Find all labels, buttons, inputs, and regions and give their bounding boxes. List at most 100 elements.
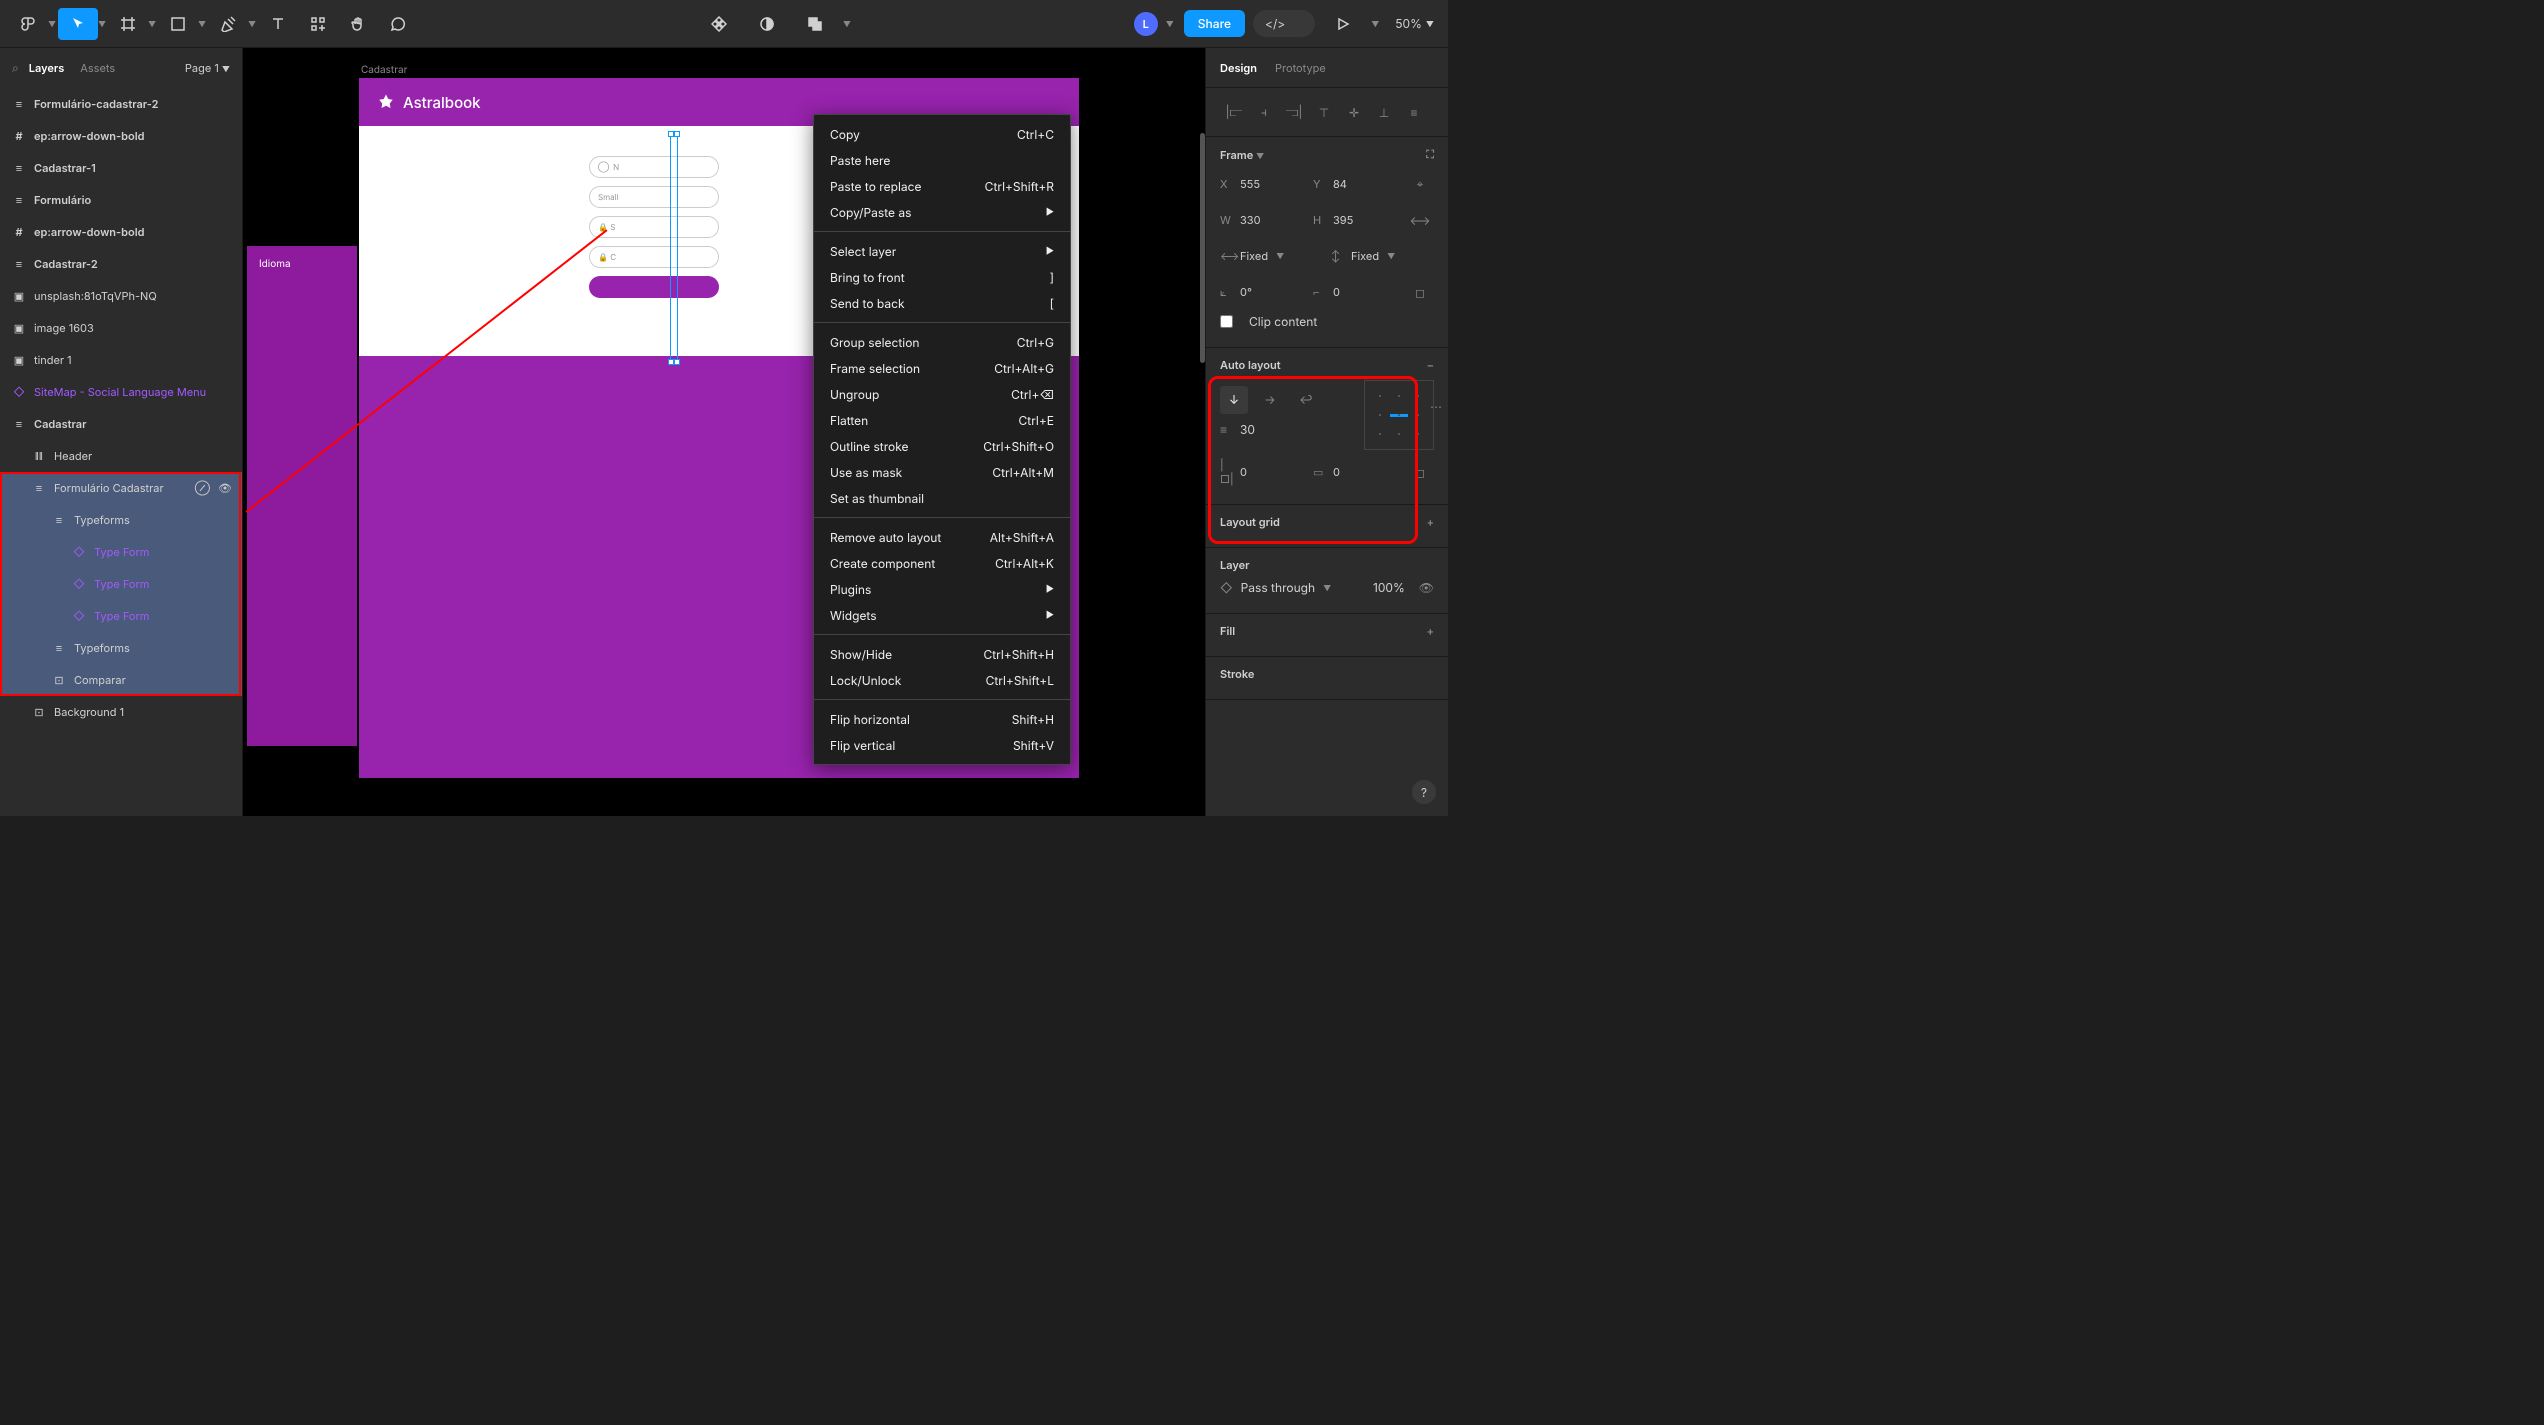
form-input-3[interactable]: 🔒 S <box>589 216 719 238</box>
blend-mode[interactable]: Pass through <box>1241 580 1316 595</box>
layer-row[interactable]: ◇Type Form <box>0 536 242 568</box>
form-input-4[interactable]: 🔒 C <box>589 246 719 268</box>
form-input-1[interactable]: ◯ N <box>589 156 719 178</box>
constrain-icon[interactable]: ⟷ <box>1406 206 1434 234</box>
add-grid-icon[interactable]: + <box>1427 515 1434 529</box>
align-top-icon[interactable]: ⊤ <box>1310 98 1338 126</box>
align-center-h-icon[interactable]: ⫞ <box>1250 98 1278 126</box>
chevron-down-icon[interactable]: ▼ <box>98 19 108 29</box>
layer-row[interactable]: ≡Formulário-cadastrar-2 <box>0 88 242 120</box>
layer-row[interactable]: ⊡Comparar <box>0 664 242 696</box>
layer-row[interactable]: ≡Cadastrar-2 <box>0 248 242 280</box>
chevron-down-icon[interactable]: ▼ <box>843 8 853 40</box>
figma-menu[interactable] <box>8 8 48 40</box>
pad-v-input[interactable]: 0 <box>1333 465 1340 479</box>
menu-item[interactable]: Paste here <box>814 147 1070 173</box>
search-icon[interactable]: ⌕ <box>12 60 19 76</box>
menu-item[interactable]: Paste to replaceCtrl+Shift+R <box>814 173 1070 199</box>
direction-horizontal-icon[interactable]: → <box>1256 386 1284 414</box>
padding-detail-icon[interactable]: ◻ <box>1406 458 1434 486</box>
prototype-tab[interactable]: Prototype <box>1275 61 1326 75</box>
menu-item[interactable]: CopyCtrl+C <box>814 121 1070 147</box>
chevron-down-icon[interactable]: ▼ <box>148 19 158 29</box>
page-selector[interactable]: Page 1 ▼ <box>185 61 230 75</box>
chevron-down-icon[interactable]: ▼ <box>1371 19 1381 29</box>
align-center-v-icon[interactable]: ✛ <box>1340 98 1368 126</box>
resize-to-fit-icon[interactable]: ⛶ <box>1426 147 1434 162</box>
shape-tool[interactable] <box>158 8 198 40</box>
layer-row[interactable]: ǁǁHeader <box>0 440 242 472</box>
text-tool[interactable] <box>258 8 298 40</box>
menu-item[interactable]: UngroupCtrl+⌫ <box>814 381 1070 407</box>
resources-tool[interactable] <box>298 8 338 40</box>
dev-mode-toggle[interactable]: </> <box>1253 10 1315 37</box>
user-avatar[interactable]: L <box>1134 12 1158 36</box>
layer-row[interactable]: ≡Cadastrar-1 <box>0 152 242 184</box>
x-input[interactable]: 555 <box>1240 177 1260 191</box>
chevron-down-icon[interactable]: ▼ <box>48 19 58 29</box>
visibility-icon[interactable]: 👁 <box>218 481 232 495</box>
menu-item[interactable]: Copy/Paste as▶ <box>814 199 1070 225</box>
present-button[interactable] <box>1323 8 1363 40</box>
layer-row[interactable]: #ep:arrow-down-bold <box>0 216 242 248</box>
add-fill-icon[interactable]: + <box>1427 624 1434 638</box>
clip-content-checkbox[interactable] <box>1220 315 1233 328</box>
design-tab[interactable]: Design <box>1220 61 1257 75</box>
menu-item[interactable]: Send to back[ <box>814 290 1070 316</box>
layer-row[interactable]: ⊡Background 1 <box>0 696 242 728</box>
zoom-level[interactable]: 50% ▼ <box>1389 16 1440 31</box>
mask-icon[interactable] <box>747 8 787 40</box>
menu-item[interactable]: Bring to front] <box>814 264 1070 290</box>
layer-row[interactable]: ≡Formulário Cadastrar⊘👁 <box>0 472 242 504</box>
w-input[interactable]: 330 <box>1240 213 1261 227</box>
menu-item[interactable]: Use as maskCtrl+Alt+M <box>814 459 1070 485</box>
frame-tool[interactable] <box>108 8 148 40</box>
form-submit[interactable] <box>589 276 719 298</box>
y-input[interactable]: 84 <box>1333 177 1347 191</box>
comment-tool[interactable] <box>378 8 418 40</box>
hand-tool[interactable] <box>338 8 378 40</box>
h-sizing[interactable]: Fixed <box>1351 249 1379 263</box>
layer-row[interactable]: #ep:arrow-down-bold <box>0 120 242 152</box>
pen-tool[interactable] <box>208 8 248 40</box>
h-input[interactable]: 395 <box>1333 213 1353 227</box>
layer-row[interactable]: ◇Type Form <box>0 568 242 600</box>
corner-detail-icon[interactable]: ◻ <box>1406 278 1434 306</box>
layer-row[interactable]: ≡Typeforms <box>0 632 242 664</box>
component-icon[interactable] <box>699 8 739 40</box>
boolean-icon[interactable] <box>795 8 835 40</box>
menu-item[interactable]: Select layer▶ <box>814 238 1070 264</box>
align-right-icon[interactable]: ⫎| <box>1280 98 1308 126</box>
gap-input[interactable]: 30 <box>1240 422 1255 437</box>
rotation-input[interactable]: 0° <box>1240 285 1252 299</box>
menu-item[interactable]: Widgets▶ <box>814 602 1070 628</box>
distribute-icon[interactable]: ≡ <box>1400 98 1428 126</box>
assets-tab[interactable]: Assets <box>80 61 115 75</box>
layer-row[interactable]: ▣image 1603 <box>0 312 242 344</box>
lock-icon[interactable]: ⊘ <box>195 481 210 495</box>
menu-item[interactable]: Flip horizontalShift+H <box>814 706 1070 732</box>
help-button[interactable]: ? <box>1412 780 1436 804</box>
wrap-icon[interactable]: ↩ <box>1292 386 1320 414</box>
visibility-icon[interactable]: 👁 <box>1419 580 1434 595</box>
chevron-down-icon[interactable]: ▼ <box>248 19 258 29</box>
layer-row[interactable]: ▣tinder 1 <box>0 344 242 376</box>
layer-row[interactable]: ≡Formulário <box>0 184 242 216</box>
corner-input[interactable]: 0 <box>1333 285 1340 299</box>
remove-autolayout-icon[interactable]: − <box>1427 358 1434 372</box>
autolayout-more-icon[interactable]: ⋯ <box>1422 392 1448 420</box>
layer-row[interactable]: ≡Typeforms <box>0 504 242 536</box>
layer-row[interactable]: ◇Type Form <box>0 600 242 632</box>
menu-item[interactable]: Frame selectionCtrl+Alt+G <box>814 355 1070 381</box>
move-tool[interactable] <box>58 8 98 40</box>
menu-item[interactable]: Set as thumbnail <box>814 485 1070 511</box>
pad-h-input[interactable]: 0 <box>1240 465 1247 479</box>
chevron-down-icon[interactable]: ▼ <box>1166 19 1176 29</box>
form-input-2[interactable]: Small <box>589 186 719 208</box>
layer-row[interactable]: ◇SiteMap - Social Language Menu <box>0 376 242 408</box>
share-button[interactable]: Share <box>1184 10 1245 37</box>
menu-item[interactable]: Create componentCtrl+Alt+K <box>814 550 1070 576</box>
opacity-input[interactable]: 100% <box>1373 580 1405 595</box>
absolute-position-icon[interactable]: ⌖ <box>1406 170 1434 198</box>
layer-row[interactable]: ▣unsplash:81oTqVPh-NQ <box>0 280 242 312</box>
